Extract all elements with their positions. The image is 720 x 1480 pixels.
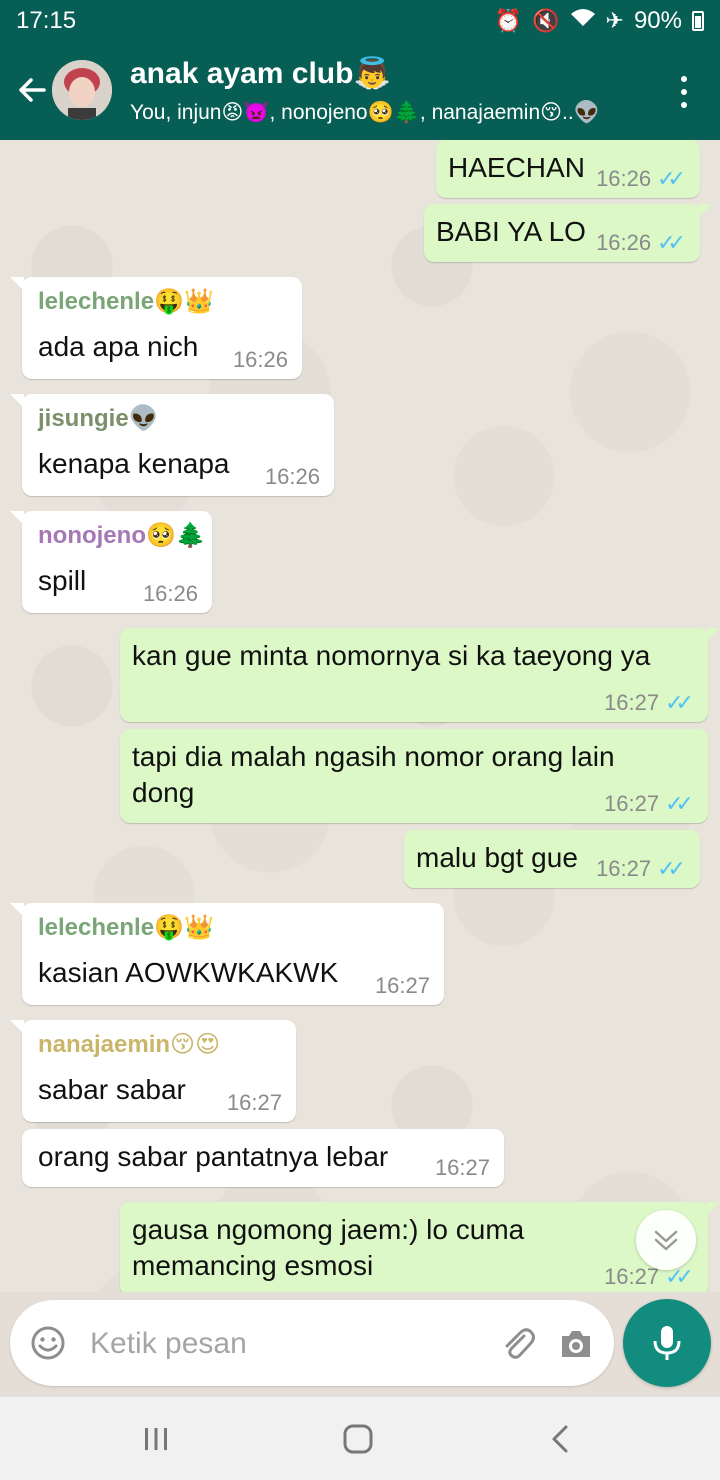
camera-icon[interactable] xyxy=(556,1324,596,1364)
more-options-icon[interactable] xyxy=(674,72,694,112)
wifi-icon xyxy=(570,7,596,35)
message-text: kan gue minta nomornya si ka taeyong ya xyxy=(132,640,651,671)
message-sender[interactable]: lelechenle🤑👑 xyxy=(38,287,214,317)
emoji-icon[interactable] xyxy=(30,1325,66,1361)
back-arrow-icon[interactable] xyxy=(12,70,52,110)
message-time: 16:27 xyxy=(596,856,652,881)
message-time: 16:26 xyxy=(596,230,652,255)
message-bubble-incoming[interactable]: nanajaemin😚😍 sabar sabar 16:27 xyxy=(10,1020,296,1122)
message-time: 16:26 xyxy=(596,166,652,191)
message-composer xyxy=(10,1300,614,1386)
message-bubble-incoming[interactable]: lelechenle🤑👑 ada apa nich 16:26 xyxy=(10,277,302,379)
message-text: malu bgt gue xyxy=(416,842,578,873)
message-bubble-outgoing[interactable]: tapi dia malah ngasih nomor orang lain d… xyxy=(120,729,708,823)
system-navigation-bar xyxy=(0,1396,720,1480)
battery-percent: 90% xyxy=(633,7,682,34)
group-avatar[interactable] xyxy=(52,60,112,120)
chat-title[interactable]: anak ayam club👼 xyxy=(130,56,391,91)
message-text: HAECHAN xyxy=(448,152,585,183)
chat-participants[interactable]: You, injun😡👿, nonojeno🥺🌲, nanajaemin😚..👽 xyxy=(130,100,630,125)
chat-header: anak ayam club👼 You, injun😡👿, nonojeno🥺🌲… xyxy=(0,42,720,140)
message-text: kenapa kenapa xyxy=(38,448,230,479)
message-text: ada apa nich xyxy=(38,331,199,362)
message-input[interactable] xyxy=(88,1320,482,1368)
message-time: 16:26 xyxy=(232,347,288,372)
read-ticks-icon: ✓✓ xyxy=(665,791,694,816)
read-ticks-icon: ✓✓ xyxy=(657,230,686,255)
message-text: sabar sabar xyxy=(38,1074,186,1105)
scroll-to-bottom-button[interactable] xyxy=(636,1210,696,1270)
message-bubble-outgoing[interactable]: malu bgt gue 16:27 ✓✓ xyxy=(404,830,700,888)
message-text: gausa ngomong jaem:) lo cuma memancing e… xyxy=(132,1214,525,1281)
read-ticks-icon: ✓✓ xyxy=(657,856,686,881)
message-time: 16:26 xyxy=(264,464,320,489)
message-bubble-incoming[interactable]: orang sabar pantatnya lebar 16:27 xyxy=(22,1129,504,1187)
attachment-icon[interactable] xyxy=(498,1324,538,1364)
message-list[interactable]: HAECHAN 16:26 ✓✓ BABI YA LO 16:26 ✓✓ lelec… xyxy=(0,140,720,1292)
message-time: 16:27 xyxy=(604,791,660,816)
message-bubble-incoming[interactable]: nonojeno🥺🌲 spill 16:26 xyxy=(10,511,212,613)
message-sender[interactable]: lelechenle🤑👑 xyxy=(38,913,214,943)
message-time: 16:27 xyxy=(374,973,430,998)
message-time: 16:27 xyxy=(226,1090,282,1115)
back-nav-icon[interactable] xyxy=(540,1419,580,1459)
message-time: 16:26 xyxy=(142,581,198,606)
airplane-icon: ✈ xyxy=(605,8,624,33)
message-time: 16:27 xyxy=(604,1264,660,1289)
mute-icon: 🔇 xyxy=(532,8,560,33)
voice-record-button[interactable] xyxy=(623,1299,711,1387)
message-bubble-incoming[interactable]: lelechenle🤑👑 kasian AOWKWKAKWK 16:27 xyxy=(10,903,444,1005)
battery-icon xyxy=(692,11,704,31)
status-bar: 17:15 ⏰ 🔇 ✈ 90% xyxy=(0,0,720,42)
message-bubble-outgoing[interactable]: gausa ngomong jaem:) lo cuma memancing e… xyxy=(120,1202,720,1292)
home-icon[interactable] xyxy=(338,1419,378,1459)
recent-apps-icon[interactable] xyxy=(136,1419,176,1459)
double-chevron-down-icon xyxy=(654,1230,678,1251)
message-bubble-outgoing[interactable]: BABI YA LO 16:26 ✓✓ xyxy=(424,204,712,262)
microphone-icon xyxy=(653,1326,681,1360)
message-sender[interactable]: nonojeno🥺🌲 xyxy=(38,521,206,551)
message-text: orang sabar pantatnya lebar xyxy=(38,1141,389,1172)
message-text: kasian AOWKWKAKWK xyxy=(38,957,339,988)
read-ticks-icon: ✓✓ xyxy=(665,690,694,715)
message-time: 16:27 xyxy=(604,690,660,715)
message-bubble-incoming[interactable]: jisungie👽 kenapa kenapa 16:26 xyxy=(10,394,334,496)
message-bubble-outgoing[interactable]: kan gue minta nomornya si ka taeyong ya … xyxy=(120,628,720,722)
message-bubble-outgoing[interactable]: HAECHAN 16:26 ✓✓ xyxy=(436,140,700,198)
alarm-icon: ⏰ xyxy=(494,8,523,33)
message-text: tapi dia malah ngasih nomor orang lain d… xyxy=(132,741,615,808)
message-sender[interactable]: jisungie👽 xyxy=(38,404,159,434)
message-time: 16:27 xyxy=(434,1155,490,1180)
message-text: BABI YA LO xyxy=(436,216,586,247)
read-ticks-icon: ✓✓ xyxy=(657,166,686,191)
status-time: 17:15 xyxy=(16,7,77,34)
message-text: spill xyxy=(38,565,87,596)
message-sender[interactable]: nanajaemin😚😍 xyxy=(38,1030,220,1060)
